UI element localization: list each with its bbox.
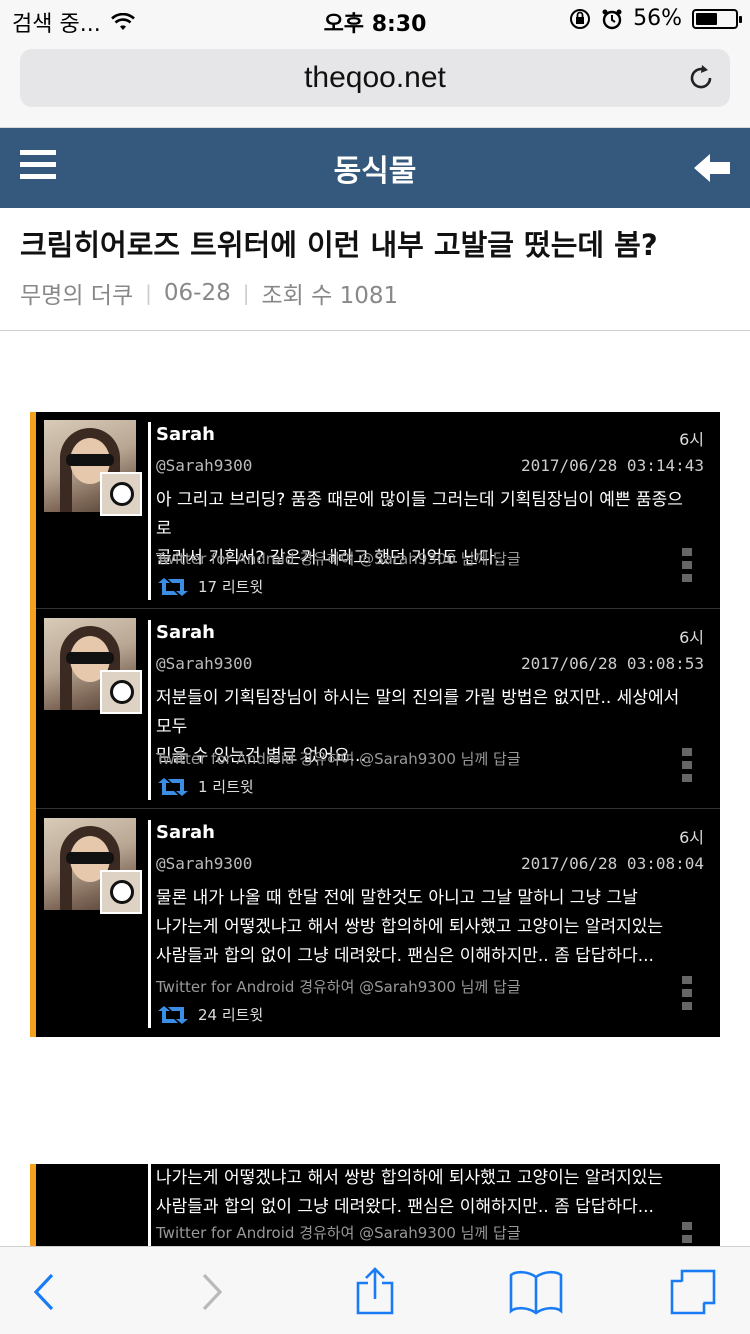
alarm-icon [602, 9, 622, 29]
tweet-retweets: 1 리트윗 [156, 776, 254, 797]
tweet-relative-time: 6시 [679, 828, 704, 847]
tweet-author: Sarah [156, 822, 215, 843]
retweet-icon [158, 1005, 188, 1024]
more-icon [682, 1222, 692, 1246]
tweet-item: Sarah 6시 @Sarah9300 2017/06/28 03:08:04 … [36, 810, 720, 1037]
tweet-screenshot-image-partial: 나가는게 어떻겠냐고 해서 쌍방 합의하에 퇴사했고 고양이는 알려지있는 사람… [30, 1164, 720, 1246]
more-icon [682, 748, 692, 787]
divider [0, 330, 750, 331]
tweet-screenshot-image: Sarah 6시 @Sarah9300 2017/06/28 03:14:43 … [30, 412, 720, 1037]
battery-icon [692, 8, 742, 29]
share-icon[interactable] [350, 1267, 400, 1317]
status-bar: 검색 중... 오후 8:30 56% [0, 0, 750, 40]
meta-separator: | [145, 281, 152, 305]
browser-toolbar [0, 1246, 750, 1334]
battery-percent: 56% [633, 6, 682, 31]
avatar-badge [100, 870, 142, 914]
more-icon [682, 548, 692, 587]
browser-address-bar: theqoo.net [0, 40, 750, 128]
tweet-author: Sarah [156, 424, 215, 445]
post-date: 06-28 [163, 280, 231, 306]
url-field[interactable]: theqoo.net [20, 49, 730, 107]
tweet-datetime: 2017/06/28 03:08:53 [520, 654, 704, 673]
avatar-badge [100, 472, 142, 516]
url-text: theqoo.net [304, 61, 446, 94]
board-title[interactable]: 동식물 [0, 146, 750, 190]
tweet-source: Twitter for Android 경유하여 @Sarah9300 님께 답… [156, 550, 521, 568]
reload-icon[interactable] [686, 63, 716, 93]
more-icon [682, 976, 692, 1015]
post-title: 크림히어로즈 트위터에 이런 내부 고발글 떴는데 봄? [20, 228, 658, 262]
tweet-relative-time: 6시 [679, 628, 704, 647]
post-views: 조회 수 1081 [261, 283, 399, 309]
tweet-item: Sarah 6시 @Sarah9300 2017/06/28 03:08:53 … [36, 610, 720, 809]
tweet-text: 나가는게 어떻겠냐고 해서 쌍방 합의하에 퇴사했고 고양이는 알려지있는 사람… [156, 1168, 664, 1217]
retweet-icon [158, 577, 188, 596]
tweet-source: Twitter for Android 경유하여 @Sarah9300 님께 답… [156, 1224, 521, 1242]
orientation-lock-icon [570, 8, 591, 29]
tabs-icon[interactable] [668, 1267, 718, 1317]
post-meta: 무명의 더쿠 | 06-28 | 조회 수 1081 [20, 276, 398, 310]
post-author: 무명의 더쿠 [20, 283, 134, 309]
tweet-handle: @Sarah9300 [156, 854, 253, 873]
site-header: 동식물 [0, 128, 750, 208]
tweet-retweets: 24 리트윗 [156, 1004, 263, 1025]
tweet-text: 물론 내가 나올 때 한달 전에 말한것도 아니고 그날 말하니 그냥 그날 나… [156, 888, 664, 966]
battery-level [696, 12, 717, 25]
tweet-relative-time: 6시 [679, 430, 704, 449]
tweet-source: Twitter for Android 경유하여 @Sarah9300 님께 답… [156, 978, 521, 996]
tweet-retweets: 17 리트윗 [156, 576, 263, 597]
avatar-badge [100, 670, 142, 714]
tweet-datetime: 2017/06/28 03:14:43 [520, 456, 704, 475]
meta-separator: | [242, 281, 250, 305]
bookmarks-icon[interactable] [508, 1267, 564, 1317]
retweet-icon [158, 777, 188, 796]
tweet-datetime: 2017/06/28 03:08:04 [520, 854, 704, 873]
back-arrow-icon[interactable] [692, 148, 732, 188]
tweet-handle: @Sarah9300 [156, 654, 253, 673]
tweet-item: Sarah 6시 @Sarah9300 2017/06/28 03:14:43 … [36, 412, 720, 609]
tweet-author: Sarah [156, 622, 215, 643]
tweet-source: Twitter for Android 경유하여 @Sarah9300 님께 답… [156, 750, 521, 768]
tweet-handle: @Sarah9300 [156, 456, 253, 475]
forward-icon[interactable] [186, 1267, 236, 1317]
back-icon[interactable] [20, 1267, 70, 1317]
